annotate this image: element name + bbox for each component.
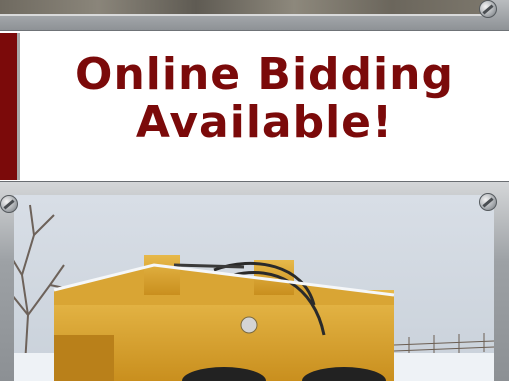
screw-icon	[479, 0, 497, 18]
banner-accent-bar	[0, 33, 17, 180]
banner-headline-line2: Available!	[135, 97, 394, 148]
online-bidding-banner: Online Bidding Available!	[0, 33, 509, 180]
equipment-photo	[14, 195, 494, 381]
top-photo-strip	[0, 0, 490, 16]
top-metal-frame	[0, 0, 509, 31]
screw-icon	[0, 195, 18, 213]
banner-headline: Online Bidding Available!	[20, 51, 509, 147]
screw-icon	[479, 193, 497, 211]
loader-illustration	[14, 195, 494, 381]
banner-headline-line1: Online Bidding	[75, 49, 454, 100]
photo-frame	[0, 181, 509, 381]
